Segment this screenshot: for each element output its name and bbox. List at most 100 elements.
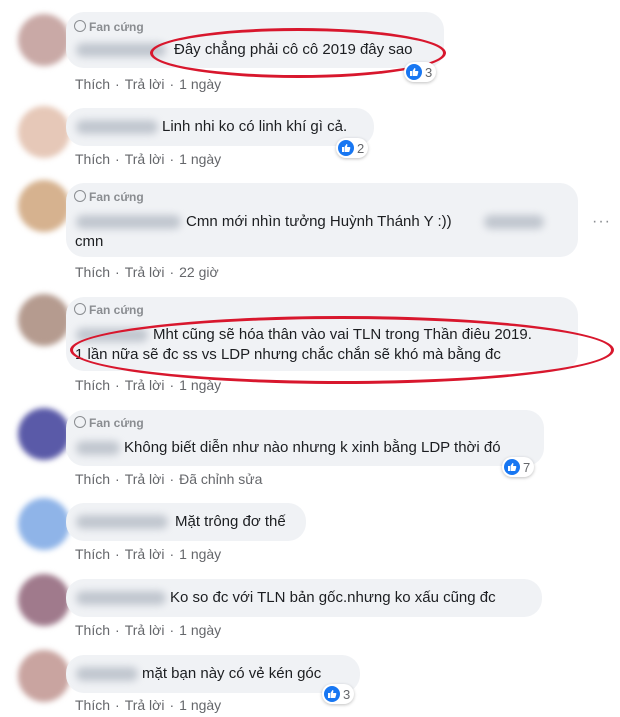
like-link[interactable]: Thích xyxy=(75,546,110,562)
separator: · xyxy=(169,471,175,487)
comment-text: mặt bạn này có vẻ kén góc xyxy=(142,665,322,682)
comment-text: Đây chẳng phải cô cô 2019 đây sao xyxy=(174,41,413,58)
badge-label: Fan cứng xyxy=(89,20,144,34)
reaction-number: 2 xyxy=(357,140,365,156)
like-link[interactable]: Thích xyxy=(75,471,110,487)
avatar[interactable] xyxy=(18,650,70,702)
avatar[interactable] xyxy=(18,498,70,550)
like-link[interactable]: Thích xyxy=(75,377,110,393)
avatar[interactable] xyxy=(18,180,70,232)
reply-link[interactable]: Trả lời xyxy=(125,546,165,562)
comment-actions: Thích · Trả lời · 1 ngày xyxy=(75,622,221,638)
like-link[interactable]: Thích xyxy=(75,264,110,280)
reply-link[interactable]: Trả lời xyxy=(125,377,165,393)
comment-text: Không biết diễn như nào nhưng k xinh bằn… xyxy=(124,439,501,456)
separator: · xyxy=(115,697,120,713)
badge-icon xyxy=(74,303,86,315)
comment-actions: Thích · Trả lời · 1 ngày xyxy=(75,377,221,393)
avatar[interactable] xyxy=(18,574,70,626)
fan-badge: Fan cứng xyxy=(74,20,144,34)
separator: · xyxy=(169,377,175,393)
badge-icon xyxy=(74,190,86,202)
like-link[interactable]: Thích xyxy=(75,151,110,167)
separator: · xyxy=(115,76,120,92)
fan-badge: Fan cứng xyxy=(74,190,144,204)
like-icon xyxy=(504,459,520,475)
reaction-count[interactable]: 3 xyxy=(404,62,437,82)
comment-text: Mặt trông đơ thế xyxy=(175,513,286,530)
separator: · xyxy=(169,76,175,92)
comment-actions: Thích · Trả lời · Đã chỉnh sửa xyxy=(75,471,262,487)
reaction-count[interactable]: 3 xyxy=(322,684,355,704)
separator: · xyxy=(169,622,175,638)
separator: · xyxy=(115,377,120,393)
timestamp[interactable]: 1 ngày xyxy=(179,546,221,562)
blurred-username[interactable] xyxy=(76,667,138,681)
reaction-number: 7 xyxy=(523,459,531,475)
blurred-username[interactable] xyxy=(76,441,120,455)
avatar[interactable] xyxy=(18,408,70,460)
reply-link[interactable]: Trả lời xyxy=(125,697,165,713)
comment-actions: Thích · Trả lời · 1 ngày xyxy=(75,697,221,713)
comment-text: Cmn mới nhìn tưởng Huỳnh Thánh Y :)) xyxy=(186,213,452,230)
blurred-username[interactable] xyxy=(76,515,168,529)
edited-label[interactable]: Đã chỉnh sửa xyxy=(179,471,262,487)
comment-actions: Thích · Trả lời · 1 ngày xyxy=(75,546,221,562)
reply-link[interactable]: Trả lời xyxy=(125,151,165,167)
blurred-username[interactable] xyxy=(76,328,148,342)
separator: · xyxy=(169,546,175,562)
timestamp[interactable]: 1 ngày xyxy=(179,151,221,167)
avatar[interactable] xyxy=(18,106,70,158)
reply-link[interactable]: Trả lời xyxy=(125,471,165,487)
comment-actions: Thích · Trả lời · 1 ngày xyxy=(75,151,221,167)
separator: · xyxy=(115,622,120,638)
badge-label: Fan cứng xyxy=(89,416,144,430)
avatar[interactable] xyxy=(18,294,70,346)
fan-badge: Fan cứng xyxy=(74,303,144,317)
badge-icon xyxy=(74,416,86,428)
timestamp[interactable]: 1 ngày xyxy=(179,377,221,393)
reply-link[interactable]: Trả lời xyxy=(125,622,165,638)
separator: · xyxy=(115,546,120,562)
blurred-username[interactable] xyxy=(76,120,158,134)
separator: · xyxy=(115,471,120,487)
badge-label: Fan cứng xyxy=(89,303,144,317)
reply-link[interactable]: Trả lời xyxy=(125,76,165,92)
like-link[interactable]: Thích xyxy=(75,622,110,638)
timestamp[interactable]: 1 ngày xyxy=(179,622,221,638)
like-icon xyxy=(338,140,354,156)
comment-text: Linh nhi ko có linh khí gì cả. xyxy=(162,118,348,135)
separator: · xyxy=(169,264,175,280)
reaction-number: 3 xyxy=(425,64,433,80)
badge-icon xyxy=(74,20,86,32)
comment-text: Mht cũng sẽ hóa thân vào vai TLN trong T… xyxy=(153,326,532,343)
reaction-count[interactable]: 7 xyxy=(502,457,535,477)
comment-text-line2: 1 lần nữa sẽ đc ss vs LDP nhưng chắc chắ… xyxy=(75,346,501,363)
fan-badge: Fan cứng xyxy=(74,416,144,430)
comment-text: Ko so đc với TLN bản gốc.nhưng ko xấu cũ… xyxy=(170,589,496,606)
reaction-number: 3 xyxy=(343,686,351,702)
separator: · xyxy=(169,697,175,713)
timestamp[interactable]: 22 giờ xyxy=(179,264,219,280)
reaction-count[interactable]: 2 xyxy=(336,138,369,158)
like-link[interactable]: Thích xyxy=(75,697,110,713)
separator: · xyxy=(169,151,175,167)
more-options-icon[interactable]: ··· xyxy=(592,213,611,231)
reply-link[interactable]: Trả lời xyxy=(125,264,165,280)
comment-actions: Thích · Trả lời · 22 giờ xyxy=(75,264,219,280)
separator: · xyxy=(115,264,120,280)
badge-label: Fan cứng xyxy=(89,190,144,204)
avatar[interactable] xyxy=(18,14,70,66)
like-icon xyxy=(406,64,422,80)
timestamp[interactable]: 1 ngày xyxy=(179,697,221,713)
like-icon xyxy=(324,686,340,702)
blurred-username[interactable] xyxy=(76,591,166,605)
blurred-username[interactable] xyxy=(76,215,181,229)
like-link[interactable]: Thích xyxy=(75,76,110,92)
separator: · xyxy=(115,151,120,167)
comment-actions: Thích · Trả lời · 1 ngày xyxy=(75,76,221,92)
blurred-username[interactable] xyxy=(76,43,166,57)
timestamp[interactable]: 1 ngày xyxy=(179,76,221,92)
blurred-text xyxy=(484,215,544,229)
comment-text-line2: cmn xyxy=(75,233,104,250)
